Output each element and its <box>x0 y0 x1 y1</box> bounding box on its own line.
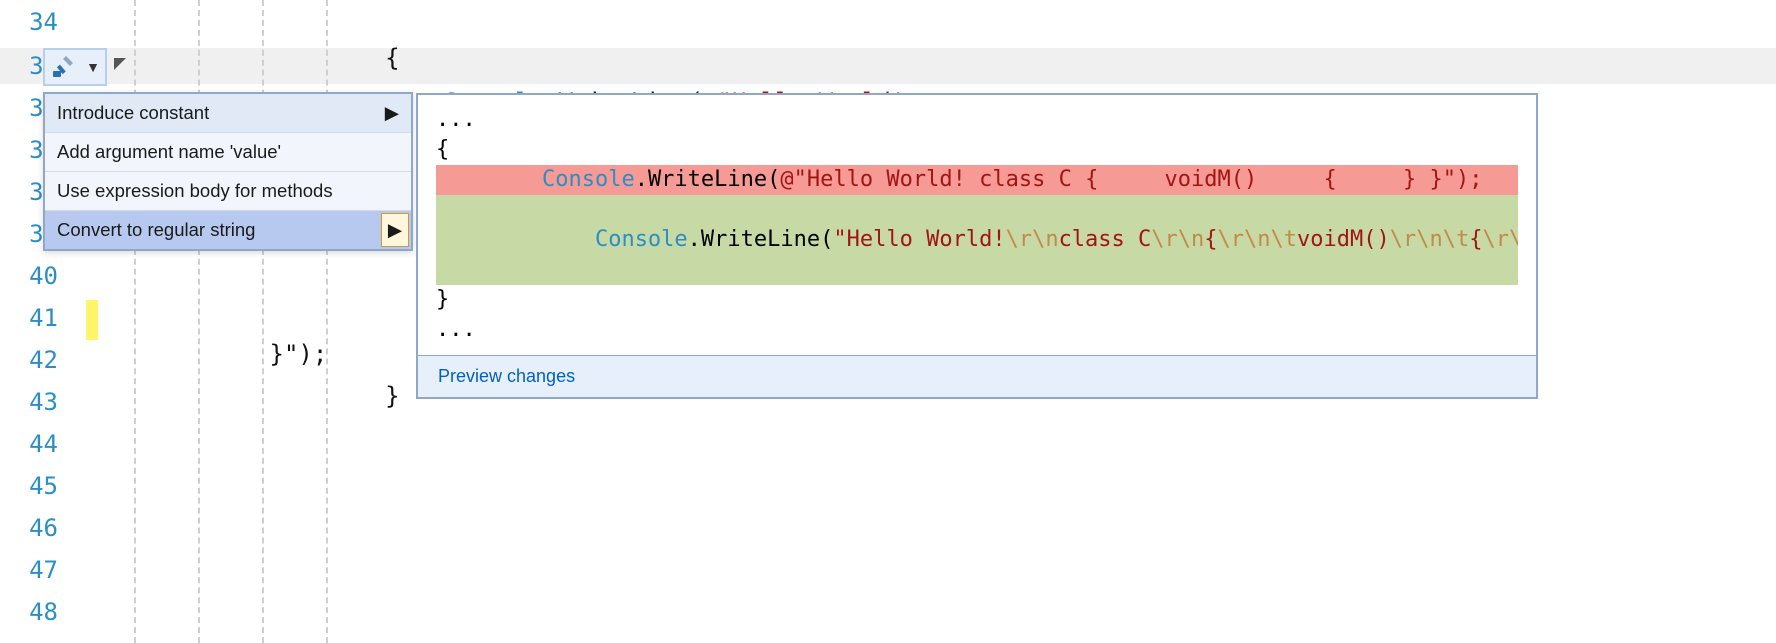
submenu-arrow-icon: ▶ <box>381 213 409 247</box>
line-number: 42 <box>29 346 58 374</box>
diff-context: ... <box>436 105 1518 135</box>
code-preview-panel: ... { Console.WriteLine(@"Hello World! c… <box>416 93 1538 399</box>
change-marker <box>86 300 98 340</box>
line-number: 34 <box>29 8 58 36</box>
code-line[interactable]: Console.WriteLine(@"Hello World! <box>125 48 1776 84</box>
line-number: 44 <box>29 430 58 458</box>
preview-footer: Preview changes <box>418 355 1536 397</box>
diff-added: Console.WriteLine("Hello World!\r\nclass… <box>436 195 1518 285</box>
menu-item-convert-to-regular-string[interactable]: Convert to regular string ▶ <box>45 210 411 249</box>
line-number: 48 <box>29 598 58 626</box>
line-number: 43 <box>29 388 58 416</box>
diff-context: { <box>436 135 1518 165</box>
code-editor[interactable]: 34 35 36 37 38 39 40 41 42 43 44 45 46 4… <box>0 0 1776 643</box>
line-number: 40 <box>29 262 58 290</box>
menu-item-label: Introduce constant <box>57 102 209 123</box>
menu-item-introduce-constant[interactable]: Introduce constant ▶ <box>45 94 411 132</box>
screwdriver-icon <box>50 54 76 80</box>
line-number: 41 <box>29 304 58 332</box>
submenu-arrow-icon: ▶ <box>385 102 399 124</box>
diff-context: } <box>436 285 1518 315</box>
preview-changes-link[interactable]: Preview changes <box>438 366 575 386</box>
diff-body: ... { Console.WriteLine(@"Hello World! c… <box>418 95 1536 355</box>
menu-item-label: Convert to regular string <box>57 219 255 240</box>
menu-item-label: Add argument name 'value' <box>57 141 281 162</box>
expand-collapse-icon[interactable] <box>111 55 129 73</box>
quick-actions-button[interactable]: ▼ <box>43 48 107 86</box>
code-line[interactable]: { <box>125 4 1776 40</box>
menu-item-add-argument-name[interactable]: Add argument name 'value' <box>45 132 411 171</box>
diff-removed: Console.WriteLine(@"Hello World! class C… <box>436 165 1518 195</box>
menu-item-label: Use expression body for methods <box>57 180 333 201</box>
line-number: 45 <box>29 472 58 500</box>
line-number: 47 <box>29 556 58 584</box>
diff-context: ... <box>436 315 1518 345</box>
chevron-down-icon: ▼ <box>86 59 100 75</box>
menu-item-use-expression-body[interactable]: Use expression body for methods <box>45 171 411 210</box>
quick-actions-menu: Introduce constant ▶ Add argument name '… <box>43 92 413 251</box>
line-number: 46 <box>29 514 58 542</box>
